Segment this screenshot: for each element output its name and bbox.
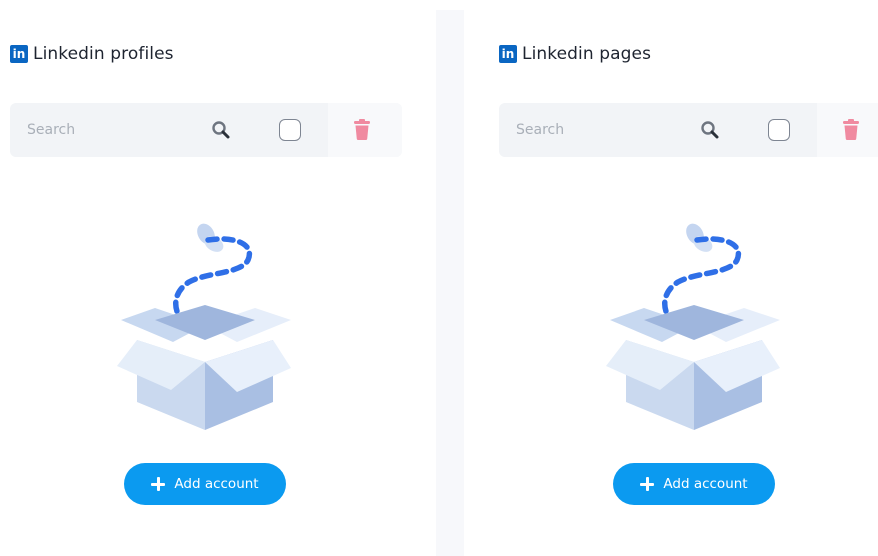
search-bar (499, 103, 878, 157)
empty-box-illustration (117, 223, 291, 430)
panel-title: in Linkedin profiles (10, 44, 174, 64)
select-all-checkbox[interactable] (279, 119, 301, 141)
add-account-label: Add account (174, 476, 259, 492)
linkedin-logo-icon: in (499, 45, 517, 63)
trash-icon (843, 119, 859, 140)
search-icon[interactable] (210, 119, 232, 141)
add-account-button[interactable]: Add account (124, 463, 286, 505)
add-account-label: Add account (663, 476, 748, 492)
linkedin-pages-panel: in Linkedin pages Search Add account (489, 0, 878, 556)
page: in Linkedin profiles Search Add account … (0, 0, 878, 556)
select-all-checkbox[interactable] (768, 119, 790, 141)
panel-divider (436, 10, 464, 556)
add-account-button[interactable]: Add account (613, 463, 775, 505)
search-input[interactable] (499, 103, 699, 157)
search-bar (10, 103, 402, 157)
linkedin-logo-icon: in (10, 45, 28, 63)
plus-icon (151, 477, 166, 491)
trash-icon (354, 119, 370, 140)
plus-icon (640, 477, 655, 491)
empty-box-illustration (606, 223, 780, 430)
linkedin-profiles-panel: in Linkedin profiles Search Add account (0, 0, 420, 556)
panel-title: in Linkedin pages (499, 44, 651, 64)
panel-title-text: Linkedin pages (522, 44, 652, 64)
panel-title-text: Linkedin profiles (33, 44, 174, 64)
delete-button[interactable] (328, 103, 402, 157)
delete-button[interactable] (817, 103, 878, 157)
search-icon[interactable] (699, 119, 721, 141)
search-input[interactable] (10, 103, 210, 157)
